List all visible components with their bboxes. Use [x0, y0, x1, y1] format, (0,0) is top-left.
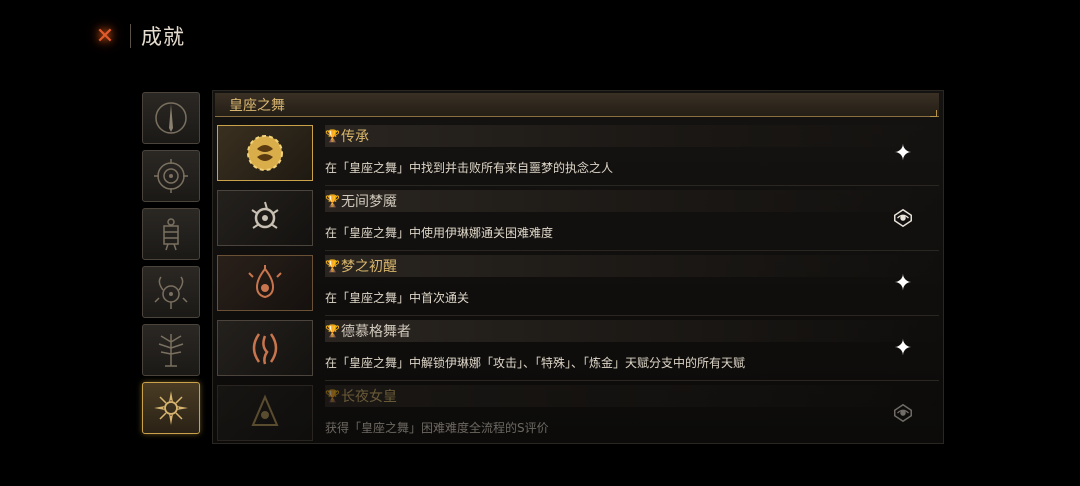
- row-divider: [325, 185, 939, 186]
- achievement-desc: 在「皇座之舞」中首次通关: [325, 291, 470, 305]
- reward-button[interactable]: ✦: [889, 139, 917, 167]
- achievement-panel: 皇座之舞 🏆 传承 在「皇座之舞」中找到并击败所有来自噩梦的执念之人 ✦ 🏆 无…: [212, 90, 944, 444]
- achievement-row[interactable]: 🏆 德慕格舞者 在「皇座之舞」中解锁伊琳娜「攻击」、「特殊」、「炼金」天赋分支中…: [217, 318, 939, 381]
- achievement-desc: 获得「皇座之舞」困难难度全流程的S评价: [325, 421, 549, 435]
- achievement-thumbnail: [217, 255, 313, 311]
- achievement-row[interactable]: 🏆 长夜女皇 获得「皇座之舞」困难难度全流程的S评价: [217, 383, 939, 443]
- golden-heart-emblem-icon: [247, 135, 283, 171]
- achievement-title: 传承: [341, 129, 369, 145]
- trophy-icon: 🏆: [325, 194, 340, 208]
- category-tabs: [138, 92, 204, 440]
- trophy-icon: 🏆: [325, 129, 340, 143]
- horned-sun-emblem-icon: [154, 276, 188, 309]
- category-tab-6[interactable]: [142, 382, 200, 434]
- achievement-row[interactable]: 🏆 梦之初醒 在「皇座之舞」中首次通关 ✦: [217, 253, 939, 316]
- category-tab-3[interactable]: [142, 208, 200, 260]
- close-button[interactable]: ✕: [90, 21, 120, 51]
- trophy-icon: 🏆: [325, 389, 340, 403]
- achievement-thumbnail: [217, 190, 313, 246]
- close-x-icon: ✕: [95, 23, 115, 49]
- trophy-icon: 🏆: [325, 259, 340, 273]
- page-title: 成就: [141, 25, 185, 49]
- header: ✕ 成就: [90, 18, 185, 54]
- sparkle-icon: ✦: [893, 335, 913, 361]
- thorn-ring-emblem-icon: [251, 201, 279, 229]
- achievement-row[interactable]: 🏆 传承 在「皇座之舞」中找到并击败所有来自噩梦的执念之人 ✦: [217, 123, 939, 186]
- radiant-emblem-icon: [154, 391, 188, 425]
- category-tab-1[interactable]: [142, 92, 200, 144]
- crescent-dancer-emblem-icon: [252, 333, 278, 365]
- achievement-desc: 在「皇座之舞」中使用伊琳娜通关困难难度: [325, 226, 554, 240]
- achievement-title: 无间梦魇: [341, 194, 397, 210]
- crowned-eye-emblem-icon: [251, 394, 279, 426]
- eye-emblem-icon: [894, 208, 912, 228]
- reward-button[interactable]: ✦: [889, 269, 917, 297]
- achievement-title: 德慕格舞者: [341, 324, 411, 340]
- achievement-list[interactable]: 🏆 传承 在「皇座之舞」中找到并击败所有来自噩梦的执念之人 ✦ 🏆 无间梦魇 在…: [217, 123, 939, 443]
- achievement-title: 长夜女皇: [341, 389, 397, 405]
- sparkle-icon: ✦: [893, 270, 913, 296]
- achievement-thumbnail: [217, 385, 313, 441]
- spire-emblem-icon: [155, 102, 187, 134]
- sparkle-icon: ✦: [893, 140, 913, 166]
- tree-emblem-icon: [158, 334, 184, 367]
- category-title: 皇座之舞: [229, 97, 285, 114]
- achievement-desc: 在「皇座之舞」中解锁伊琳娜「攻击」、「特殊」、「炼金」天赋分支中的所有天赋: [325, 356, 746, 370]
- eye-emblem-icon: [894, 403, 912, 423]
- achievement-row[interactable]: 🏆 无间梦魇 在「皇座之舞」中使用伊琳娜通关困难难度: [217, 188, 939, 251]
- reward-button[interactable]: [889, 399, 917, 427]
- category-tab-5[interactable]: [142, 324, 200, 376]
- flame-eye-emblem-icon: [248, 265, 282, 299]
- category-header: 皇座之舞: [215, 93, 939, 117]
- row-divider: [325, 380, 939, 381]
- reward-button[interactable]: ✦: [889, 334, 917, 362]
- trophy-icon: 🏆: [325, 324, 340, 338]
- row-divider: [325, 315, 939, 316]
- header-divider: [130, 24, 131, 48]
- row-divider: [325, 250, 939, 251]
- category-tab-4[interactable]: [142, 266, 200, 318]
- achievement-title: 梦之初醒: [341, 259, 397, 275]
- reward-button[interactable]: [889, 204, 917, 232]
- achievement-thumbnail: [217, 320, 313, 376]
- category-tab-2[interactable]: [142, 150, 200, 202]
- lantern-emblem-icon: [163, 218, 179, 251]
- achievement-desc: 在「皇座之舞」中找到并击败所有来自噩梦的执念之人: [325, 161, 614, 175]
- achievement-thumbnail: [217, 125, 313, 181]
- spiral-sun-emblem-icon: [154, 159, 188, 193]
